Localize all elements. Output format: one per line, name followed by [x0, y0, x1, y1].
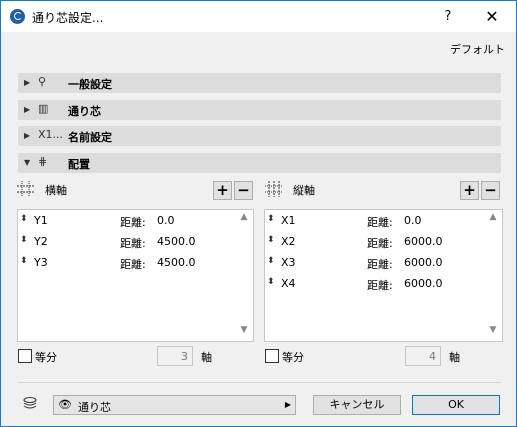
default-link[interactable]: デフォルト — [450, 41, 505, 57]
equal-label: 等分 — [35, 351, 57, 364]
chevron-right-icon: ▶ — [24, 131, 31, 140]
ok-button[interactable]: OK — [412, 395, 500, 415]
reorder-icon[interactable]: ⬍ — [267, 214, 275, 224]
cancel-button[interactable]: キャンセル — [313, 395, 401, 415]
list-item[interactable]: ⬍ X4 距離: 6000.0 — [265, 274, 502, 294]
vertical-axis-label: 縦軸 — [293, 184, 315, 197]
vertical-grid-icon — [265, 181, 283, 197]
reorder-icon[interactable]: ⬍ — [20, 256, 28, 266]
section-naming[interactable]: ▶ X1... 名前設定 — [18, 126, 501, 146]
axis-name: X1 — [281, 214, 296, 227]
section-label: 一般設定 — [68, 78, 112, 91]
horizontal-axis-list[interactable]: ⬍ Y1 距離: 0.0 ⬍ Y2 距離: 4500.0 ⬍ Y3 距離: 45… — [17, 209, 254, 342]
section-placement[interactable]: ▼ ⋕ 配置 — [18, 153, 501, 173]
layer-select[interactable]: 👁 通り芯 ▶ — [53, 395, 296, 415]
chevron-right-icon: ▶ — [284, 400, 291, 409]
reorder-icon[interactable]: ⬍ — [267, 256, 275, 266]
close-button[interactable]: ✕ — [479, 6, 505, 28]
grid-placement-icon: ⋕ — [38, 155, 48, 168]
add-horizontal-button[interactable]: + — [213, 181, 232, 200]
reorder-icon[interactable]: ⬍ — [20, 235, 28, 245]
scroll-down-icon[interactable]: ▼ — [487, 325, 499, 335]
remove-vertical-button[interactable]: − — [481, 181, 500, 200]
title-bar: 通り芯設定... ? ✕ — [1, 1, 516, 32]
divider — [18, 382, 501, 383]
distance-label: 距離: — [120, 237, 146, 250]
distance-label: 距離: — [367, 279, 393, 292]
app-icon — [10, 9, 25, 24]
vertical-count-field[interactable]: 4 — [405, 346, 441, 366]
chevron-down-icon: ▼ — [24, 158, 31, 167]
distance-label: 距離: — [367, 237, 393, 250]
reorder-icon[interactable]: ⬍ — [20, 214, 28, 224]
chevron-right-icon: ▶ — [24, 78, 31, 87]
section-label: 通り芯 — [68, 105, 101, 118]
list-item[interactable]: ⬍ Y2 距離: 4500.0 — [18, 232, 253, 252]
axis-unit-label: 軸 — [201, 351, 212, 364]
axis-name: Y1 — [34, 214, 48, 227]
distance-value[interactable]: 6000.0 — [404, 235, 443, 248]
layers-icon — [23, 397, 37, 409]
vertical-axis-list[interactable]: ⬍ X1 距離: 0.0 ⬍ X2 距離: 6000.0 ⬍ X3 距離: 60… — [264, 209, 503, 342]
distance-value[interactable]: 6000.0 — [404, 256, 443, 269]
axis-name: Y2 — [34, 235, 48, 248]
distance-label: 距離: — [367, 258, 393, 271]
chevron-right-icon: ▶ — [24, 105, 31, 114]
list-item[interactable]: ⬍ Y1 距離: 0.0 — [18, 211, 253, 231]
axis-name: X4 — [281, 277, 296, 290]
scroll-up-icon[interactable]: ▲ — [487, 212, 499, 222]
eye-icon: 👁 — [58, 398, 72, 411]
dialog-window: 通り芯設定... ? ✕ デフォルト ▶ ⚲ 一般設定 ▶ ▥ 通り芯 ▶ X1… — [0, 0, 517, 427]
horizontal-axis-label: 横軸 — [45, 184, 67, 197]
axis-name: Y3 — [34, 256, 48, 269]
reorder-icon[interactable]: ⬍ — [267, 277, 275, 287]
section-label: 配置 — [68, 158, 90, 171]
list-item[interactable]: ⬍ X1 距離: 0.0 — [265, 211, 502, 231]
scroll-down-icon[interactable]: ▼ — [238, 325, 250, 335]
help-button[interactable]: ? — [437, 7, 459, 27]
add-vertical-button[interactable]: + — [460, 181, 479, 200]
axis-name: X3 — [281, 256, 296, 269]
distance-label: 距離: — [120, 258, 146, 271]
horizontal-count-field[interactable]: 3 — [157, 346, 193, 366]
distance-label: 距離: — [120, 216, 146, 229]
vertical-equal-checkbox[interactable] — [265, 349, 279, 363]
window-title: 通り芯設定... — [32, 11, 104, 25]
list-item[interactable]: ⬍ Y3 距離: 4500.0 — [18, 253, 253, 273]
equal-label: 等分 — [282, 351, 304, 364]
section-grid-line[interactable]: ▶ ▥ 通り芯 — [18, 100, 501, 120]
distance-value[interactable]: 4500.0 — [157, 256, 196, 269]
grid-line-icon: ▥ — [38, 102, 49, 115]
distance-value[interactable]: 4500.0 — [157, 235, 196, 248]
axis-name: X2 — [281, 235, 296, 248]
distance-value[interactable]: 0.0 — [157, 214, 175, 227]
pin-icon: ⚲ — [38, 75, 47, 88]
distance-value[interactable]: 6000.0 — [404, 277, 443, 290]
section-label: 名前設定 — [68, 131, 112, 144]
axis-unit-label: 軸 — [449, 351, 460, 364]
horizontal-equal-checkbox[interactable] — [18, 349, 32, 363]
naming-icon: X1... — [38, 128, 64, 141]
scroll-up-icon[interactable]: ▲ — [238, 212, 250, 222]
layer-value: 通り芯 — [78, 401, 111, 414]
reorder-icon[interactable]: ⬍ — [267, 235, 275, 245]
distance-label: 距離: — [367, 216, 393, 229]
list-item[interactable]: ⬍ X2 距離: 6000.0 — [265, 232, 502, 252]
distance-value[interactable]: 0.0 — [404, 214, 422, 227]
remove-horizontal-button[interactable]: − — [234, 181, 253, 200]
list-item[interactable]: ⬍ X3 距離: 6000.0 — [265, 253, 502, 273]
section-general[interactable]: ▶ ⚲ 一般設定 — [18, 73, 501, 93]
horizontal-grid-icon — [17, 181, 35, 197]
